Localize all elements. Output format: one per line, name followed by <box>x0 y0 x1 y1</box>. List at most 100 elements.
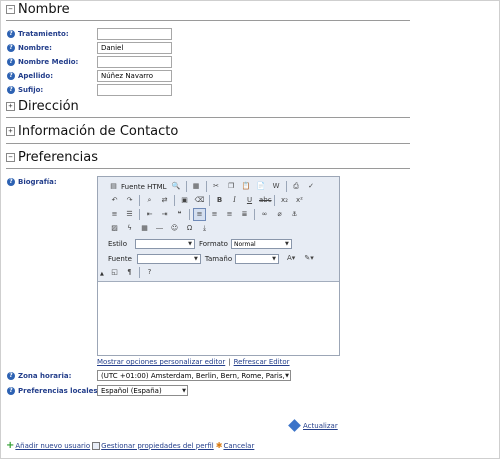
field-label: Sufijo: <box>18 86 44 94</box>
help-icon[interactable]: ? <box>7 30 15 38</box>
section-header-preferencias[interactable]: − Preferencias <box>6 150 98 165</box>
collapse-icon[interactable]: − <box>6 5 15 14</box>
estilo-select[interactable]: ▼ <box>135 238 195 249</box>
cancel-link[interactable]: Cancelar <box>223 442 254 450</box>
image-icon[interactable]: ▨ <box>108 222 121 235</box>
chevron-down-icon: ▼ <box>182 388 186 394</box>
chevron-down-icon: ▼ <box>193 255 198 262</box>
help-icon[interactable]: ? <box>7 372 15 380</box>
toolbar-separator <box>254 209 255 220</box>
templates-icon[interactable]: ▦ <box>190 180 203 193</box>
nombre-medio-input[interactable] <box>97 56 172 68</box>
section-title-preferencias: Preferencias <box>18 150 99 165</box>
outdent-icon[interactable]: ⇤ <box>143 208 156 221</box>
cut-icon[interactable]: ✂ <box>210 180 223 193</box>
fuente-select[interactable]: ▼ <box>136 253 201 264</box>
html-source-icon[interactable]: ▤ <box>108 180 119 193</box>
refresh-editor-link[interactable]: Refrescar Editor <box>234 358 290 366</box>
smiley-icon[interactable]: ☺ <box>168 222 181 235</box>
tamano-label: Tamaño <box>204 254 233 263</box>
help-icon[interactable]: ? <box>7 72 15 80</box>
page-break-icon[interactable]: ⤓ <box>198 222 211 235</box>
paste-text-icon[interactable]: 📄 <box>255 180 268 193</box>
undo-icon[interactable]: ↶ <box>108 194 121 207</box>
field-label: Nombre Medio: <box>18 58 79 66</box>
help-icon[interactable]: ? <box>7 58 15 66</box>
strikethrough-icon[interactable]: abc <box>258 194 272 207</box>
help-icon[interactable]: ? <box>7 44 15 52</box>
table-icon[interactable]: ▦ <box>138 222 151 235</box>
unlink-icon[interactable]: ⌀ <box>273 208 286 221</box>
find-icon[interactable]: ⌕ <box>143 194 156 207</box>
horizontal-rule-icon[interactable]: ― <box>153 222 166 235</box>
redo-icon[interactable]: ↷ <box>123 194 136 207</box>
spellcheck-icon[interactable]: ✓ <box>305 180 318 193</box>
select-all-icon[interactable]: ▣ <box>178 194 191 207</box>
underline-icon[interactable]: U <box>243 194 256 207</box>
section-header-direccion[interactable]: + Dirección <box>6 99 79 114</box>
numbered-list-icon[interactable]: ≡ <box>108 208 121 221</box>
section-header-contacto[interactable]: + Información de Contacto <box>6 124 178 139</box>
nombre-input[interactable]: Daniel <box>97 42 172 54</box>
justify-icon[interactable]: ≣ <box>238 208 251 221</box>
bold-icon[interactable]: B <box>213 194 226 207</box>
chevron-down-icon: ▼ <box>272 255 277 262</box>
section-divider <box>6 143 410 144</box>
preview-icon[interactable]: 🔍 <box>170 180 183 193</box>
text-color-icon[interactable]: A▾ <box>283 252 299 265</box>
superscript-icon[interactable]: x² <box>293 194 306 207</box>
expand-icon[interactable]: + <box>6 102 15 111</box>
about-icon[interactable]: ? <box>143 266 156 279</box>
align-left-icon[interactable]: ≡ <box>193 208 206 221</box>
bulleted-list-icon[interactable]: ☰ <box>123 208 136 221</box>
maximize-icon[interactable]: ◱ <box>108 266 121 279</box>
help-icon[interactable]: ? <box>7 178 15 186</box>
timezone-select[interactable]: (UTC +01:00) Amsterdam, Berlin, Bern, Ro… <box>97 370 291 381</box>
add-user-icon: + <box>6 439 15 451</box>
italic-icon[interactable]: I <box>228 194 241 207</box>
field-row-tratamiento: ? Tratamiento: <box>7 30 69 38</box>
expand-icon[interactable]: + <box>6 127 15 136</box>
html-source-button[interactable]: Fuente HTML <box>121 183 167 191</box>
section-title-contacto: Información de Contacto <box>18 124 179 139</box>
locale-select[interactable]: Español (España) ▼ <box>97 385 188 396</box>
special-char-icon[interactable]: Ω <box>183 222 196 235</box>
flash-icon[interactable]: ϟ <box>123 222 136 235</box>
manage-profile-link[interactable]: Gestionar propiedades del perfil <box>101 442 214 450</box>
paste-icon[interactable]: 📋 <box>240 180 253 193</box>
subscript-icon[interactable]: x₂ <box>278 194 291 207</box>
collapse-icon[interactable]: − <box>6 153 15 162</box>
section-divider <box>6 20 410 21</box>
formato-select[interactable]: Normal ▼ <box>230 238 292 249</box>
field-label: Nombre: <box>18 44 52 52</box>
update-action[interactable]: Actualizar <box>288 416 338 432</box>
collapse-toolbar-icon[interactable]: ▲ <box>100 271 104 277</box>
help-icon[interactable]: ? <box>7 387 15 395</box>
apellido-input[interactable]: Núñez Navarro <box>97 70 172 82</box>
anchor-icon[interactable]: ⚓ <box>288 208 301 221</box>
update-link[interactable]: Actualizar <box>303 422 338 430</box>
remove-format-icon[interactable]: ⌫ <box>193 194 206 207</box>
tamano-select[interactable]: ▼ <box>235 253 280 264</box>
section-header-nombre[interactable]: − Nombre <box>6 2 70 17</box>
paste-word-icon[interactable]: W <box>270 180 283 193</box>
align-center-icon[interactable]: ≡ <box>208 208 221 221</box>
help-icon[interactable]: ? <box>7 86 15 94</box>
indent-icon[interactable]: ⇥ <box>158 208 171 221</box>
print-icon[interactable]: ⎙ <box>290 180 303 193</box>
field-label: Zona horaria: <box>18 372 72 380</box>
editor-content-area[interactable] <box>98 281 339 355</box>
blockquote-icon[interactable]: ❝ <box>173 208 186 221</box>
background-color-icon[interactable]: ✎▾ <box>301 252 317 265</box>
sufijo-input[interactable] <box>97 84 172 96</box>
align-right-icon[interactable]: ≡ <box>223 208 236 221</box>
toolbar-separator <box>139 267 140 278</box>
estilo-label: Estilo <box>108 239 127 248</box>
show-blocks-icon[interactable]: ¶ <box>123 266 136 279</box>
copy-icon[interactable]: ❐ <box>225 180 238 193</box>
replace-icon[interactable]: ⇄ <box>158 194 171 207</box>
link-icon[interactable]: ∞ <box>258 208 271 221</box>
add-user-link[interactable]: Añadir nuevo usuario <box>15 442 90 450</box>
tratamiento-input[interactable] <box>97 28 172 40</box>
customize-editor-link[interactable]: Mostrar opciones personalizar editor <box>97 358 225 366</box>
